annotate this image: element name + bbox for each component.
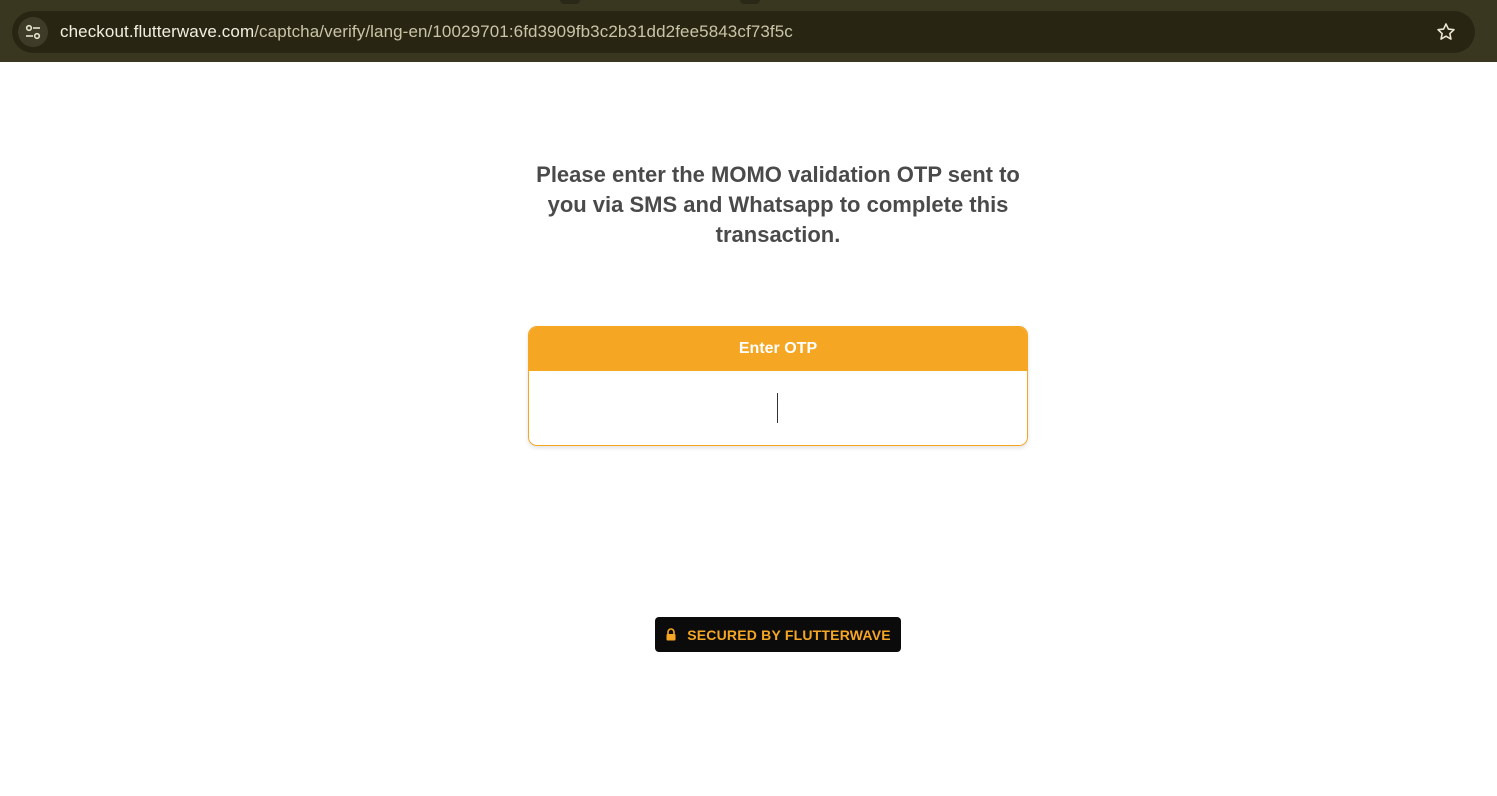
otp-card: Enter OTP [528,326,1028,446]
lock-icon [666,628,676,641]
text-caret [777,393,778,423]
otp-input[interactable] [529,371,1027,445]
secured-by-label: SECURED BY FLUTTERWAVE [687,626,891,643]
browser-toolbar: checkout.flutterwave.com/captcha/verify/… [0,0,1497,62]
tab-edge [740,0,760,4]
url-host: checkout.flutterwave.com [60,22,255,41]
secured-by-badge: SECURED BY FLUTTERWAVE [655,617,901,652]
otp-instruction-heading: Please enter the MOMO validation OTP sen… [536,162,1020,247]
url-text[interactable]: checkout.flutterwave.com/captcha/verify/… [60,22,793,42]
otp-label: Enter OTP [529,327,1027,371]
url-path: /captcha/verify/lang-en/10029701:6fd3909… [254,22,793,41]
address-bar[interactable]: checkout.flutterwave.com/captcha/verify/… [12,11,1475,53]
tab-edge [560,0,580,4]
site-info-button[interactable] [18,17,48,47]
tune-icon [25,24,41,40]
star-icon[interactable] [1435,21,1457,43]
